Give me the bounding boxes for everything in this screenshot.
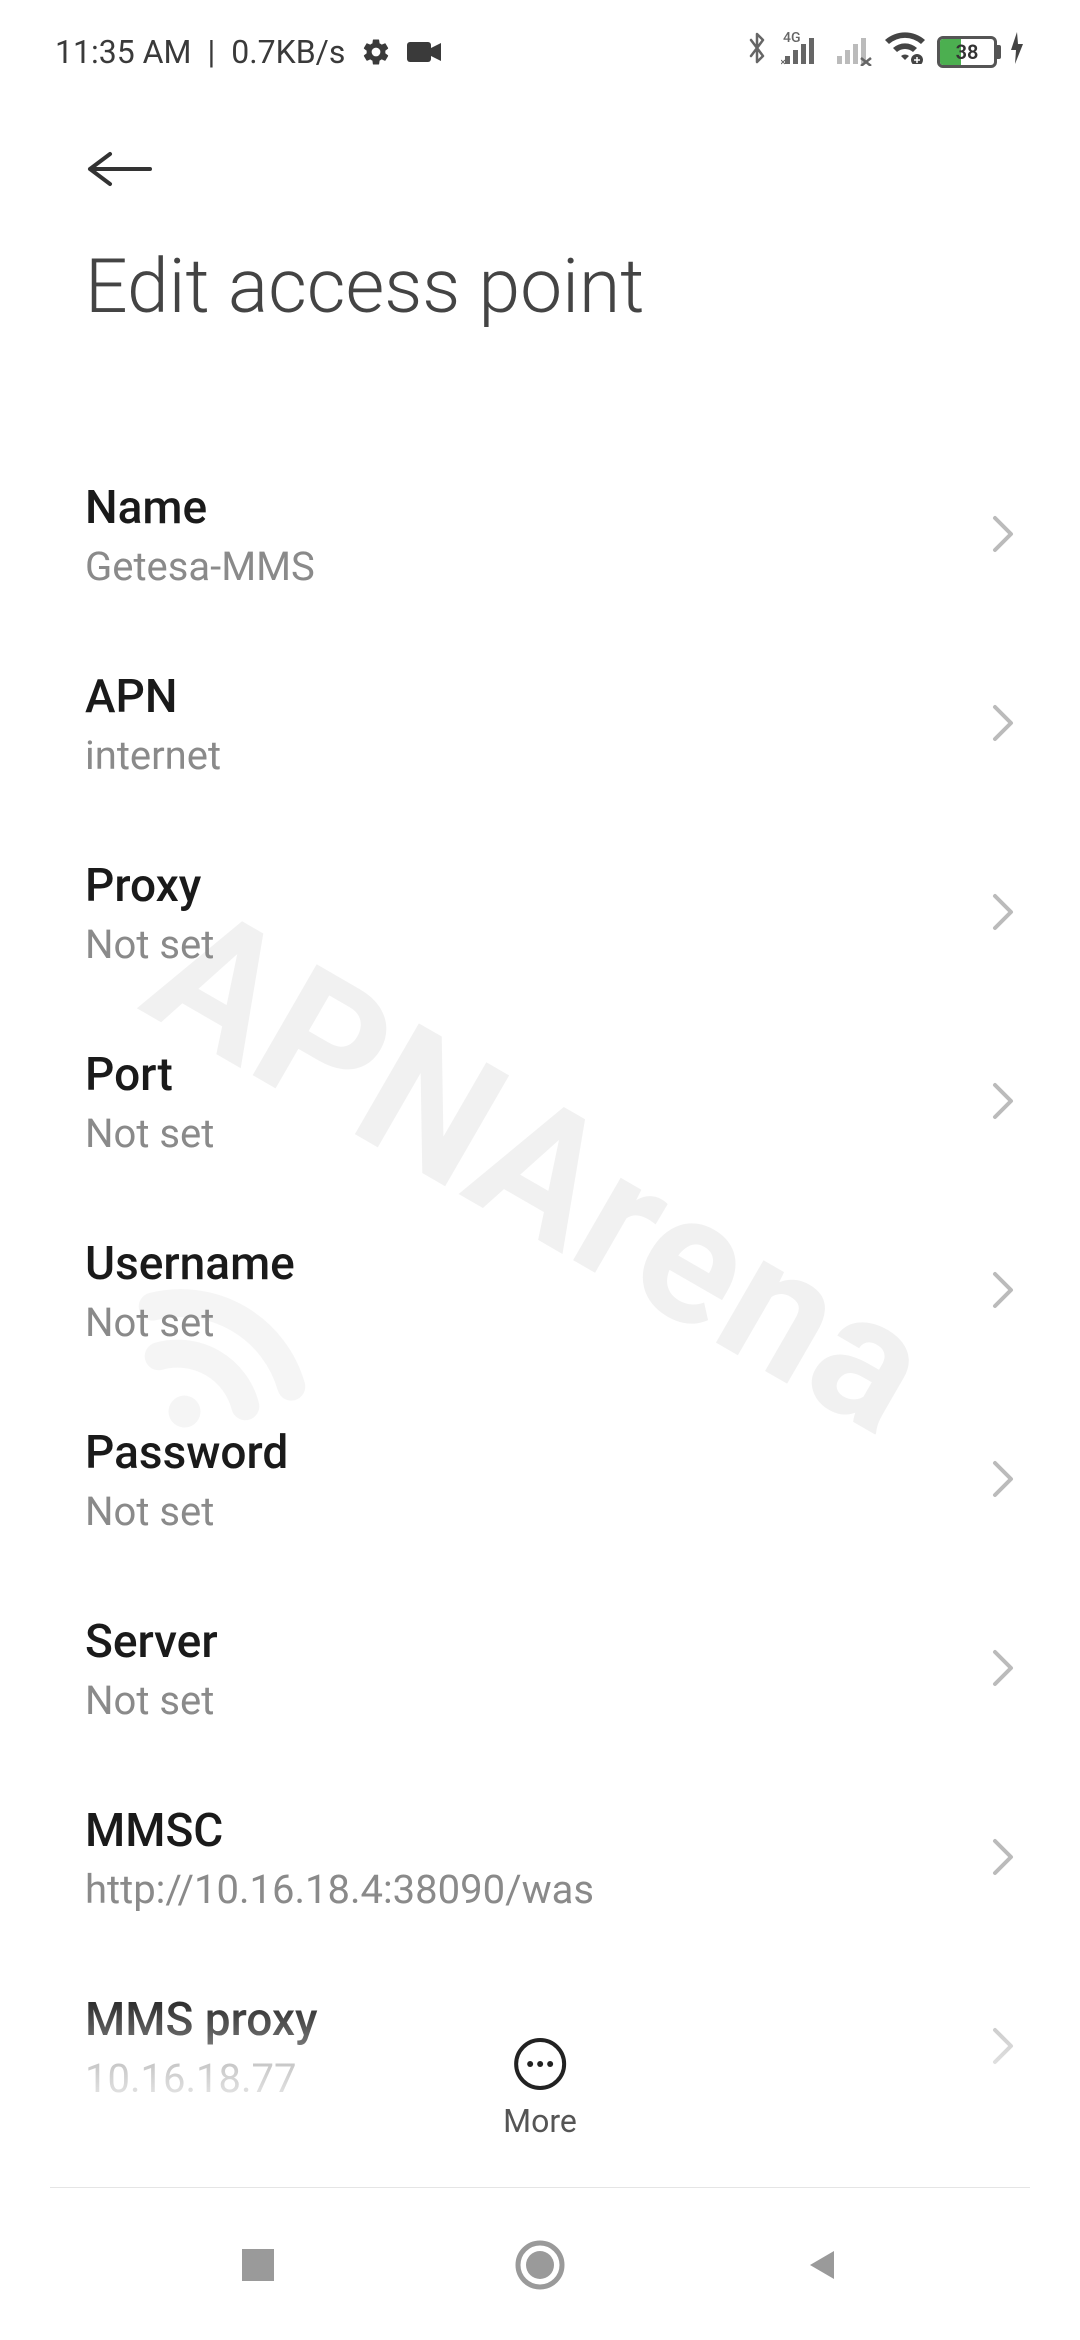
setting-label: Proxy — [85, 859, 214, 913]
nav-separator — [50, 2187, 1030, 2188]
setting-value: 10.16.18.77 — [85, 2055, 318, 2102]
nav-home-button[interactable] — [515, 2240, 565, 2290]
status-time: 11:35 AM — [55, 33, 191, 71]
setting-value: Not set — [85, 1299, 295, 1346]
setting-password[interactable]: Password Not set — [0, 1386, 1080, 1575]
setting-label: Server — [85, 1615, 218, 1669]
battery-icon: 38 — [937, 36, 997, 68]
signal-4g-icon: 4G — [781, 30, 821, 74]
setting-value: internet — [85, 732, 221, 779]
setting-label: Username — [85, 1237, 295, 1291]
back-button[interactable] — [85, 149, 155, 193]
settings-list: Name Getesa-MMS APN internet Proxy Not s… — [0, 331, 1080, 2142]
setting-label: MMS proxy — [85, 1993, 318, 2047]
more-button[interactable]: More — [503, 2038, 577, 2140]
chevron-right-icon — [991, 514, 1015, 558]
chevron-right-icon — [991, 1648, 1015, 1692]
setting-mmsc[interactable]: MMSC http://10.16.18.4:38090/was — [0, 1764, 1080, 1953]
more-icon — [514, 2038, 566, 2090]
page-title: Edit access point — [0, 243, 1080, 331]
setting-server[interactable]: Server Not set — [0, 1575, 1080, 1764]
bluetooth-icon — [745, 30, 769, 74]
setting-name[interactable]: Name Getesa-MMS — [0, 441, 1080, 630]
android-nav-bar — [0, 2190, 1080, 2340]
setting-proxy[interactable]: Proxy Not set — [0, 819, 1080, 1008]
setting-apn[interactable]: APN internet — [0, 630, 1080, 819]
chevron-right-icon — [991, 703, 1015, 747]
setting-label: MMSC — [85, 1804, 594, 1858]
setting-value: Getesa-MMS — [85, 543, 315, 590]
svg-text:4G: 4G — [783, 30, 801, 46]
nav-recent-button[interactable] — [238, 2245, 278, 2285]
setting-label: Password — [85, 1426, 288, 1480]
wifi-icon — [885, 32, 925, 72]
setting-value: http://10.16.18.4:38090/was — [85, 1866, 594, 1913]
gear-icon — [361, 37, 391, 67]
status-separator: | — [207, 33, 215, 71]
setting-label: Name — [85, 481, 315, 535]
setting-value: Not set — [85, 1110, 214, 1157]
status-bar: 11:35 AM | 0.7KB/s 4G — [0, 0, 1080, 89]
setting-value: Not set — [85, 1677, 218, 1724]
setting-port[interactable]: Port Not set — [0, 1008, 1080, 1197]
status-speed: 0.7KB/s — [231, 33, 345, 71]
setting-label: Port — [85, 1048, 214, 1102]
signal-none-icon — [833, 30, 873, 74]
chevron-right-icon — [991, 1081, 1015, 1125]
charging-icon — [1009, 32, 1025, 72]
nav-back-button[interactable] — [802, 2245, 842, 2285]
setting-username[interactable]: Username Not set — [0, 1197, 1080, 1386]
chevron-right-icon — [991, 892, 1015, 936]
chevron-right-icon — [991, 1837, 1015, 1881]
setting-value: Not set — [85, 921, 214, 968]
setting-value: Not set — [85, 1488, 288, 1535]
setting-label: APN — [85, 670, 221, 724]
video-icon — [407, 40, 441, 64]
more-label: More — [503, 2102, 577, 2140]
chevron-right-icon — [991, 2026, 1015, 2070]
chevron-right-icon — [991, 1270, 1015, 1314]
chevron-right-icon — [991, 1459, 1015, 1503]
